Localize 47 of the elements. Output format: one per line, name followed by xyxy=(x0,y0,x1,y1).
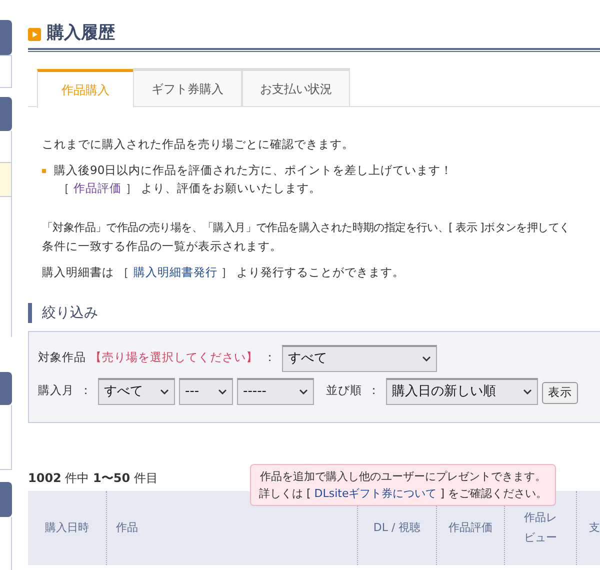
instruction-text: 「対象作品」で作品の売り場を、「購入月」で作品を購入された時期の指定を行い、[ 表示 ]ボタンを押してく xyxy=(42,220,571,236)
result-count: 1002 件中 1〜50 件目 xyxy=(28,470,158,487)
instruction-text: 条件に一致する作品の一覧が表示されます。 xyxy=(42,238,283,255)
tab[interactable]: ギフト券購入 xyxy=(133,68,242,106)
chevron-down-icon xyxy=(299,388,308,394)
notice-text: ［ 作品評価 ］ より、評価をお願いいたします。 xyxy=(58,180,322,197)
play-icon xyxy=(28,28,41,40)
separator-text: ： xyxy=(368,382,380,400)
column-header: DL / 視聴 xyxy=(373,520,421,536)
sidebar-panel xyxy=(0,97,12,131)
intro-text: これまでに購入された作品を売り場ごとに確認できます。 xyxy=(42,136,355,153)
dropdown[interactable]: すべて xyxy=(98,378,175,404)
text-link[interactable]: 作品評価 xyxy=(74,181,122,195)
filter-label: 対象作品 xyxy=(38,349,86,366)
tooltip-text: 詳しくは [ DLsiteギフト券について ] をご確認ください。 xyxy=(258,486,548,502)
dropdown[interactable]: --- xyxy=(179,378,233,404)
separator-text: ： xyxy=(80,382,92,400)
chevron-down-icon xyxy=(160,388,169,394)
column-header: 支 xyxy=(589,520,600,536)
chevron-down-icon xyxy=(218,388,227,394)
page-title: 購入履歴 xyxy=(47,22,115,46)
sidebar-panel xyxy=(0,131,12,163)
text-link[interactable]: DLsiteギフト券について xyxy=(314,487,437,500)
dropdown[interactable]: 購入日の新しい順 xyxy=(386,378,538,404)
separator-text: ： xyxy=(264,349,276,366)
chevron-down-icon xyxy=(523,388,532,394)
text-link[interactable]: 購入明細書発行 xyxy=(133,265,218,279)
hint-text: 【売り場を選択してください】 xyxy=(90,349,258,366)
show-button[interactable]: 表示 xyxy=(542,382,578,404)
column-header: 作品評価 xyxy=(448,520,492,536)
sidebar-panel xyxy=(0,20,12,55)
chevron-down-icon xyxy=(422,356,431,362)
dropdown[interactable]: ----- xyxy=(237,378,314,404)
column-header: 作品レビュー xyxy=(523,510,558,546)
invoice-text: 購入明細書は ［ 購入明細書発行 ］ より発行することができます。 xyxy=(42,264,406,281)
column-header: 購入日時 xyxy=(45,520,89,536)
column-header: 作品 xyxy=(116,520,138,536)
sidebar-panel xyxy=(0,55,12,88)
tab[interactable]: お支払い状況 xyxy=(242,68,350,106)
tooltip-text: 作品を追加で購入し他のユーザーにプレゼントできます。 xyxy=(259,469,547,485)
filter-label: 購入月 xyxy=(38,382,74,400)
section-heading: 絞り込み xyxy=(42,304,98,322)
heading-bar xyxy=(28,303,32,323)
notice-text: 購入後90日以内に作品を評価された方に、ポイントを差し上げています！ xyxy=(54,162,453,179)
dropdown[interactable]: すべて xyxy=(282,344,437,372)
bullet-icon xyxy=(42,169,46,173)
filter-label: 並び順 xyxy=(326,382,362,400)
